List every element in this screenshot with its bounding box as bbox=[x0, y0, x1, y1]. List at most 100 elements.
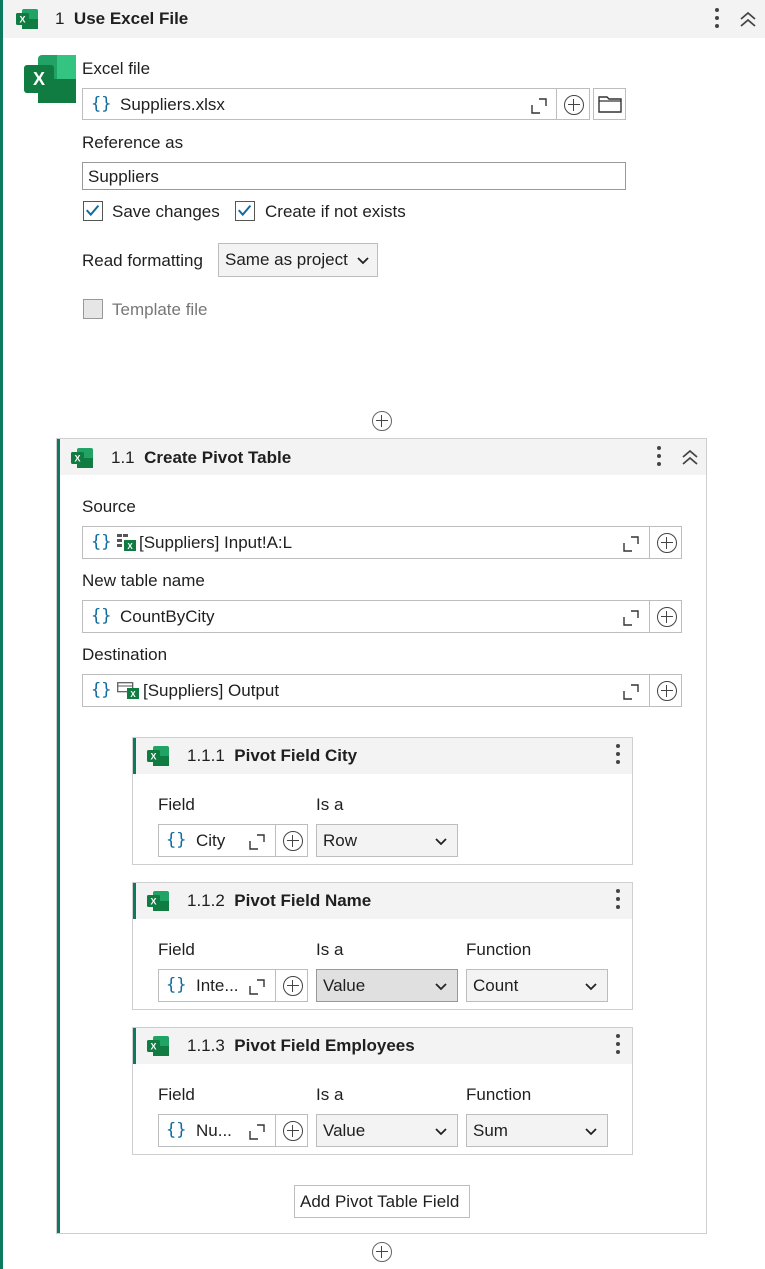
step-number: 1.1.1 bbox=[187, 746, 225, 765]
pivot-field-title: 1.1.3 Pivot Field Employees bbox=[187, 1036, 415, 1056]
is-a-label: Is a bbox=[316, 940, 344, 959]
expand-icon[interactable] bbox=[531, 98, 547, 114]
kebab-menu-icon[interactable] bbox=[615, 889, 621, 913]
expand-icon[interactable] bbox=[623, 610, 639, 626]
read-formatting-select[interactable]: Same as project bbox=[218, 243, 378, 277]
variable-brace-icon: {} bbox=[166, 830, 187, 850]
new-table-name-field[interactable]: {} CountByCity bbox=[82, 600, 682, 633]
is-a-value: Row bbox=[323, 831, 358, 850]
excel-icon: X bbox=[16, 9, 38, 29]
is-a-select[interactable]: Value bbox=[316, 969, 458, 1002]
pivot-field-accent bbox=[133, 1028, 136, 1064]
expand-icon[interactable] bbox=[623, 684, 639, 700]
add-circle-icon[interactable] bbox=[657, 607, 677, 627]
kebab-menu-icon[interactable] bbox=[615, 744, 621, 768]
excel-icon: X bbox=[71, 448, 93, 468]
excel-icon: X bbox=[147, 746, 169, 766]
create-if-not-exists-label: Create if not exists bbox=[265, 202, 406, 221]
pivot-field-value: City bbox=[196, 831, 226, 850]
excel-logo-icon: X bbox=[24, 55, 76, 103]
source-value: [Suppliers] Input!A:L bbox=[139, 533, 293, 552]
kebab-menu-icon[interactable] bbox=[656, 446, 662, 470]
step-number: 1.1 bbox=[111, 448, 135, 467]
function-value: Count bbox=[473, 976, 519, 995]
new-table-name-value: CountByCity bbox=[120, 607, 215, 626]
variable-brace-icon: {} bbox=[91, 94, 112, 114]
chevron-down-icon bbox=[435, 838, 447, 846]
pivot-field-title: 1.1.2 Pivot Field Name bbox=[187, 891, 371, 911]
excel-file-value: Suppliers.xlsx bbox=[120, 95, 225, 114]
variable-brace-icon: {} bbox=[91, 532, 112, 552]
field-separator bbox=[275, 1115, 276, 1146]
add-circle-icon[interactable] bbox=[657, 681, 677, 701]
destination-value: [Suppliers] Output bbox=[143, 681, 280, 700]
field-separator bbox=[649, 601, 650, 632]
excel-file-field[interactable]: {} Suppliers.xlsx bbox=[82, 88, 590, 120]
step-title: Pivot Field Employees bbox=[234, 1036, 415, 1055]
function-value: Sum bbox=[473, 1121, 508, 1140]
field-label: Field bbox=[158, 795, 195, 814]
pivot-field-value: Inte... bbox=[196, 976, 239, 995]
field-separator bbox=[556, 89, 557, 119]
add-activity-icon[interactable] bbox=[372, 411, 392, 431]
reference-as-input[interactable]: Suppliers bbox=[82, 162, 626, 190]
reference-as-label: Reference as bbox=[82, 133, 184, 152]
kebab-menu-icon[interactable] bbox=[714, 8, 720, 32]
destination-label: Destination bbox=[82, 645, 168, 664]
expand-icon[interactable] bbox=[623, 536, 639, 552]
variable-brace-icon: {} bbox=[166, 975, 187, 995]
function-label: Function bbox=[466, 940, 532, 959]
function-select[interactable]: Sum bbox=[466, 1114, 608, 1147]
browse-folder-button[interactable] bbox=[593, 88, 626, 120]
save-changes-checkbox[interactable] bbox=[83, 201, 103, 221]
svg-text:X: X bbox=[33, 69, 45, 89]
pivot-field-input[interactable]: {} Inte... bbox=[158, 969, 308, 1002]
source-label: Source bbox=[82, 497, 136, 516]
field-label: Field bbox=[158, 1085, 195, 1104]
field-separator bbox=[275, 825, 276, 856]
chevron-down-icon bbox=[585, 1128, 597, 1136]
kebab-menu-icon[interactable] bbox=[615, 1034, 621, 1058]
add-circle-icon[interactable] bbox=[283, 831, 303, 851]
is-a-label: Is a bbox=[316, 1085, 344, 1104]
step-number: 1.1.2 bbox=[187, 891, 225, 910]
is-a-select[interactable]: Row bbox=[316, 824, 458, 857]
collapse-icon[interactable] bbox=[739, 11, 757, 27]
chevron-down-icon bbox=[585, 983, 597, 991]
expand-icon[interactable] bbox=[249, 979, 265, 995]
pivot-field-input[interactable]: {} City bbox=[158, 824, 308, 857]
destination-field[interactable]: {} X [Suppliers] Output bbox=[82, 674, 682, 707]
chevron-down-icon bbox=[435, 1128, 447, 1136]
excel-icon: X bbox=[147, 1036, 169, 1056]
step-title: Pivot Field Name bbox=[234, 891, 372, 910]
add-circle-icon[interactable] bbox=[283, 976, 303, 996]
is-a-label: Is a bbox=[316, 795, 344, 814]
svg-text:X: X bbox=[130, 690, 136, 699]
create-if-not-exists-checkbox[interactable] bbox=[235, 201, 255, 221]
add-activity-icon[interactable] bbox=[372, 1242, 392, 1262]
expand-icon[interactable] bbox=[249, 1124, 265, 1140]
add-circle-icon[interactable] bbox=[657, 533, 677, 553]
expand-icon[interactable] bbox=[249, 834, 265, 850]
chevron-down-icon bbox=[357, 257, 369, 265]
pivot-field-title: 1.1.1 Pivot Field City bbox=[187, 746, 357, 766]
svg-text:X: X bbox=[150, 752, 156, 762]
template-file-checkbox[interactable] bbox=[83, 299, 103, 319]
field-label: Field bbox=[158, 940, 195, 959]
pivot-card-accent bbox=[57, 439, 60, 1233]
add-circle-icon[interactable] bbox=[283, 1121, 303, 1141]
add-circle-icon[interactable] bbox=[564, 95, 584, 115]
is-a-select[interactable]: Value bbox=[316, 1114, 458, 1147]
step-title: Pivot Field City bbox=[234, 746, 358, 765]
add-pivot-table-field-button[interactable]: Add Pivot Table Field bbox=[294, 1185, 470, 1218]
function-select[interactable]: Count bbox=[466, 969, 608, 1002]
source-field[interactable]: {} X [Suppliers] Input!A:L bbox=[82, 526, 682, 559]
activity-accent-bar bbox=[0, 0, 3, 1269]
pivot-field-input[interactable]: {} Nu... bbox=[158, 1114, 308, 1147]
chevron-down-icon bbox=[435, 983, 447, 991]
collapse-icon[interactable] bbox=[681, 449, 699, 465]
step-title: Use Excel File bbox=[73, 9, 189, 28]
svg-text:X: X bbox=[74, 454, 80, 464]
excel-file-label: Excel file bbox=[82, 59, 151, 78]
reference-as-value: Suppliers bbox=[88, 167, 159, 186]
